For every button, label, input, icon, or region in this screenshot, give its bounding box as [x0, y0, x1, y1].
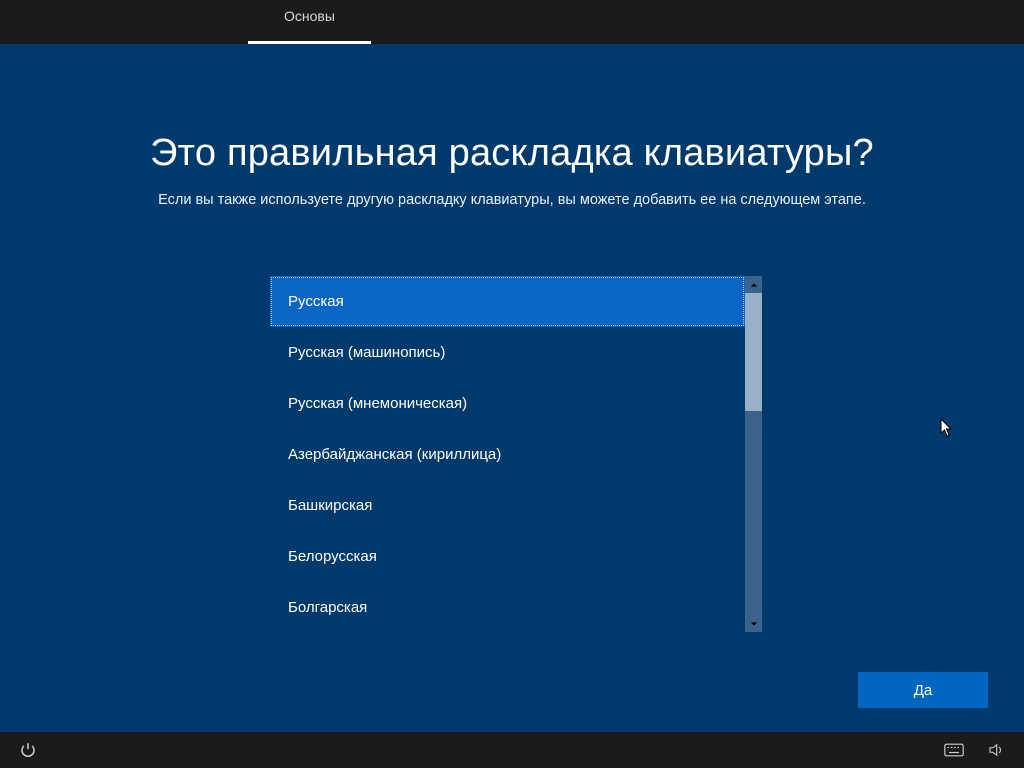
bottom-bar	[0, 732, 1024, 768]
list-item-label: Русская (мнемоническая)	[288, 395, 467, 412]
list-item[interactable]: Азербайджанская (кириллица)	[270, 429, 745, 480]
list-item[interactable]: Башкирская	[270, 480, 745, 531]
keyboard-layout-list: Русская Русская (машинопись) Русская (мнем…	[270, 276, 762, 632]
list-item-label: Башкирская	[288, 497, 372, 514]
list-item[interactable]: Русская	[270, 276, 745, 327]
list-item[interactable]: Русская (мнемоническая)	[270, 378, 745, 429]
power-icon[interactable]	[18, 740, 38, 760]
list-item-label: Болгарская	[288, 599, 367, 616]
list-viewport: Русская Русская (машинопись) Русская (мнем…	[270, 276, 745, 632]
scroll-track[interactable]	[745, 293, 762, 615]
tab-basics[interactable]: Основы	[248, 0, 371, 44]
accessibility-keyboard-icon[interactable]	[944, 740, 964, 760]
page-title: Это правильная раскладка клавиатуры?	[0, 132, 1024, 175]
list-item-label: Азербайджанская (кириллица)	[288, 446, 501, 463]
yes-button-label: Да	[914, 682, 933, 699]
list-item-label: Белорусская	[288, 548, 377, 565]
oobe-page: Это правильная раскладка клавиатуры? Есл…	[0, 44, 1024, 732]
scroll-down-button[interactable]	[745, 615, 762, 632]
yes-button[interactable]: Да	[858, 672, 988, 708]
page-subtitle: Если вы также используете другую расклад…	[0, 192, 1024, 208]
top-bar: Основы	[0, 0, 1024, 44]
scrollbar	[745, 276, 762, 632]
list-item-label: Русская	[288, 293, 344, 310]
scroll-up-button[interactable]	[745, 276, 762, 293]
list-item[interactable]: Белорусская	[270, 531, 745, 582]
list-item-label: Русская (машинопись)	[288, 344, 445, 361]
list-item[interactable]: Болгарская	[270, 582, 745, 632]
tab-label: Основы	[284, 8, 335, 24]
volume-icon[interactable]	[986, 740, 1006, 760]
list-item[interactable]: Русская (машинопись)	[270, 327, 745, 378]
scroll-thumb[interactable]	[745, 293, 762, 411]
